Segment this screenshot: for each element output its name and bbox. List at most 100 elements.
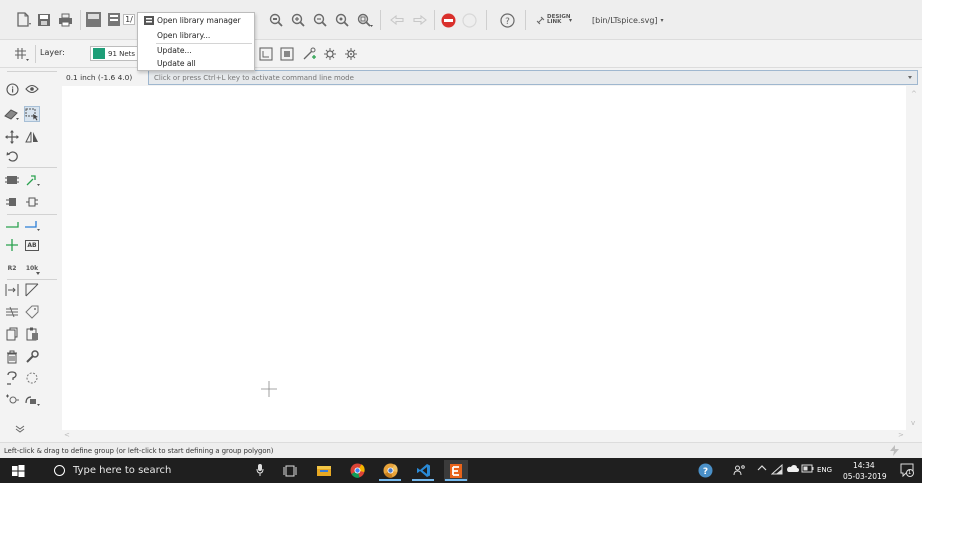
attribute-tool[interactable] (24, 304, 40, 320)
taskbar-vscode[interactable] (411, 460, 435, 481)
library-button[interactable]: 1/ (104, 11, 138, 28)
scroll-left-icon[interactable]: < (64, 431, 70, 439)
group-export-button[interactable] (85, 11, 102, 28)
smash-tool[interactable] (4, 370, 20, 386)
split-button[interactable] (301, 46, 317, 62)
tray-people[interactable] (733, 464, 746, 477)
file-path-selector[interactable]: [bin/LTspice.svg] ▾ (592, 13, 664, 27)
copy-tool[interactable] (4, 326, 20, 342)
add-pin-tool[interactable] (4, 392, 20, 408)
line-tool[interactable] (24, 282, 40, 298)
task-view-button[interactable] (278, 460, 302, 481)
value-tool[interactable]: 10k (24, 260, 40, 276)
gate-icon (26, 197, 38, 207)
label-tool[interactable]: AB (24, 237, 40, 253)
library-icon (108, 13, 121, 26)
menu-item-open-library[interactable]: Open library... (138, 29, 254, 42)
zoom-fit-icon (269, 13, 283, 27)
autorouter-button[interactable] (343, 46, 359, 62)
scroll-down-icon[interactable]: v (911, 419, 915, 427)
optimize-tool[interactable] (24, 370, 40, 386)
tray-help[interactable]: ? (698, 463, 713, 478)
zoom-fit-button[interactable] (268, 12, 284, 28)
label-icon: AB (25, 239, 39, 251)
chevron-down-icon[interactable] (908, 76, 912, 79)
stop-button[interactable] (440, 12, 456, 28)
command-line-input[interactable] (148, 70, 918, 85)
design-block-tool[interactable] (24, 392, 40, 408)
pinswap-button[interactable] (258, 46, 274, 62)
paste-tool[interactable] (24, 326, 40, 342)
show-tool[interactable] (24, 81, 40, 97)
expand-palette-button[interactable] (12, 421, 28, 437)
chevron-down-icon: ▾ (569, 16, 573, 24)
ratsnest-button[interactable] (322, 46, 338, 62)
vertical-scrollbar[interactable]: ^ v (906, 86, 922, 430)
mirror-tool[interactable] (24, 129, 40, 145)
scroll-right-icon[interactable]: > (898, 431, 904, 439)
toolbar-separator (486, 10, 487, 30)
svg-text:?: ? (703, 467, 708, 477)
group-tool[interactable] (24, 106, 40, 122)
windows-start-icon[interactable] (10, 463, 26, 479)
tray-show-hidden[interactable] (757, 464, 767, 472)
junction-tool[interactable] (4, 237, 20, 253)
zoom-out-button[interactable] (312, 12, 328, 28)
gate-tool[interactable] (24, 194, 40, 210)
name-tool[interactable]: R2 (4, 260, 20, 276)
bus-tool[interactable] (4, 304, 20, 320)
taskbar-chrome[interactable] (345, 460, 369, 481)
design-link-button[interactable]: DESIGN LINK ▾ (536, 13, 572, 27)
add-part-tool[interactable] (4, 172, 20, 188)
delete-tool[interactable] (4, 349, 20, 365)
new-file-icon (17, 12, 31, 27)
taskbar-eagle[interactable] (444, 460, 468, 481)
microphone-icon[interactable] (256, 464, 264, 476)
info-tool[interactable] (4, 81, 20, 97)
go-button[interactable] (461, 12, 477, 28)
menu-item-open-library-manager[interactable]: Open library manager (138, 14, 254, 27)
replace-tool[interactable] (24, 172, 40, 188)
horizontal-scrollbar[interactable]: < > (62, 430, 906, 442)
menu-item-update-all[interactable]: Update all (138, 57, 254, 70)
print-button[interactable] (57, 12, 73, 28)
taskbar-explorer[interactable] (312, 460, 336, 481)
undo-button[interactable] (389, 12, 405, 28)
wire-tool[interactable] (4, 217, 20, 233)
zoom-in-button[interactable] (290, 12, 306, 28)
taskbar-search[interactable]: Type here to search (46, 458, 274, 483)
arrow-tool[interactable] (4, 282, 20, 298)
rotate-tool[interactable] (4, 148, 20, 164)
new-file-button[interactable] (14, 12, 34, 28)
redo-button[interactable] (411, 12, 427, 28)
change-tool[interactable] (24, 349, 40, 365)
display-layers-tool[interactable] (4, 106, 20, 122)
move-tool[interactable] (4, 129, 20, 145)
scroll-up-icon[interactable]: ^ (911, 90, 917, 98)
drawing-canvas[interactable] (62, 86, 906, 430)
net-tool[interactable] (24, 217, 40, 233)
tray-clock-date[interactable]: 05-03-2019 (843, 472, 887, 481)
windows-taskbar: Type here to search ? ENG 14:34 05-03-20… (0, 458, 922, 483)
zoom-select-button[interactable] (356, 12, 374, 28)
help-button[interactable]: ? (499, 12, 515, 28)
wire-icon (6, 222, 19, 228)
tray-battery[interactable] (801, 464, 814, 473)
save-button[interactable] (36, 12, 52, 28)
tray-network[interactable] (771, 464, 783, 475)
taskbar-chrome-alt[interactable] (378, 460, 402, 481)
gateswap-button[interactable] (279, 46, 295, 62)
gateswap-icon (280, 47, 294, 61)
grid-button[interactable] (13, 46, 31, 62)
menu-item-update[interactable]: Update... (138, 44, 254, 57)
tray-onedrive[interactable] (786, 464, 799, 473)
tray-language[interactable]: ENG (817, 466, 832, 474)
tray-clock-time[interactable]: 14:34 (853, 461, 875, 470)
print-icon (58, 13, 72, 27)
zoom-redraw-button[interactable] (334, 12, 350, 28)
paste-icon (26, 327, 38, 341)
layer-selector[interactable]: 91 Nets (90, 46, 140, 61)
action-center-button[interactable]: 1 (900, 463, 914, 477)
chevron-down-icon: ▾ (660, 16, 664, 24)
copy-part-tool[interactable] (4, 194, 20, 210)
